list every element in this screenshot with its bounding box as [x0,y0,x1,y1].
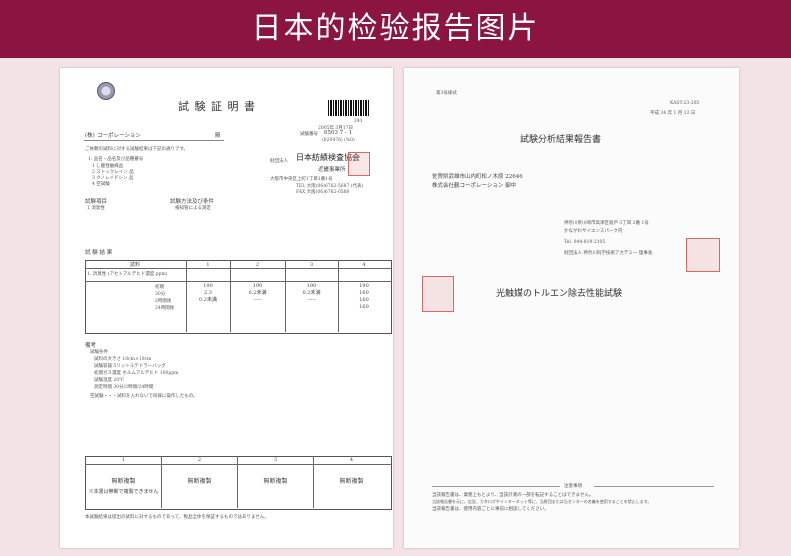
table-cell-time: 初期 [155,285,164,290]
remark-line: 空試験・・・試料を入れないで同様に操作したもの。 [90,394,198,399]
table-cell: ----- [253,297,262,303]
remark-line: 試験温度 20℃ [94,378,125,383]
right-doc-company: 株式会社鶴コーポレーション 御中 [432,183,517,189]
left-doc-intro: ご依頼の試料に対する試験結果は下記の通りです。 [85,147,189,152]
remark-line: 試験容器 5リットルテドラーバッグ [94,364,166,369]
table-cell-time: 24時間後 [155,306,175,311]
org-seal-stamp-icon [348,152,370,176]
left-doc-footer: 本試験結果は提出の試料に対するものであって、製品全体を保証するものではありません… [85,515,269,520]
table-row-label: 1. 消臭性 (アセトアルデヒド濃度 ppm) [87,272,168,277]
organization-logo-icon [97,82,115,100]
seal-box-header-line [85,464,391,465]
notice-rule-left [432,486,560,487]
right-report-document: 第3号様式 KAST-23-205 平成 24 年 1 月 12 日 試験分析結… [404,68,739,548]
seal-box-text: 無断複製 [339,478,364,485]
seal-box-number: 2 [197,457,202,463]
left-doc-sub-no: (820476) (%0) [322,138,355,143]
remark-line: 試料の大きさ 10cm×10cm [94,357,152,362]
seal-box-number: 4 [349,457,354,463]
table-cell: 160 [359,304,369,310]
seal-box-text: 無断複製 [187,478,212,485]
table-header-sample: 試料 [129,262,140,268]
left-doc-org-addr: 大阪市中央区上町1丁目1番1号 [270,177,333,182]
right-doc-ref-no: KAST-23-205 [670,101,700,106]
remark-line: 測定時間 30分/2時間/24時間 [94,385,154,390]
notice-line: 当該報告書を元に、広告、カタログやインターネット等に、当財団または当センターの名… [432,499,652,504]
notice-rule-right [594,486,714,487]
remark-line: 試験条件 [90,350,108,355]
table-header-col2: 2 [255,262,260,268]
left-doc-no-label: 試験番号 [300,132,318,137]
left-doc-recipient-suffix: コーポレーション [97,133,141,139]
left-doc-recipient: (株) [85,133,95,139]
title-banner: 日本的检验报告图片 [0,0,791,58]
left-doc-top-no: 241 [354,119,363,124]
test-item-value: 1 消臭性 [87,206,105,211]
table-header-col1: 1 [206,262,210,268]
remarks-label: 備考 [85,343,97,349]
right-doc-subject: 光触媒のトルエン除去性能試験 [496,289,623,299]
notice-line: 当該報告書は、業務上もとより、当該計測の一部を転記することはできません。 [432,493,594,498]
table-cell-time: 2時間後 [155,299,172,304]
notice-line: 当該報告書は、使用内容ごとに事前に相談してください。 [432,507,549,512]
left-doc-item-1: 1. 品名・品名及び品種番号 [88,157,144,162]
left-doc-no: 6503 7 - 1 [324,130,353,136]
table-cell: ----- [307,297,316,303]
table-cell: 0.2未満 [199,297,217,303]
test-item-label: 試験項目 [85,199,108,205]
right-doc-title: 試験分析結果報告書 [520,135,602,145]
left-doc-honorific: 殿 [215,133,221,139]
test-method-label: 試験方法及び条件 [170,199,215,205]
right-doc-date: 平成 24 年 1 月 12 日 [650,111,696,116]
right-doc-inst-name: かながわサイエンスパーク内 [564,229,623,234]
left-doc-org-label: 財団法人 [270,159,288,164]
test-method-value: 検知管による測定 [175,206,211,211]
right-doc-form-no: 第3号様式 [436,91,457,96]
left-certificate-document: 試 験 証 明 書 241 2005年 3月17日 試験番号 6503 7 - … [60,68,393,548]
remark-line: 初期ガス濃度 ホルムアルデヒド 100ppm [94,371,179,376]
right-doc-addr: 佐賀県武雄市山内町松ノ木原 22646 [432,174,523,180]
right-doc-inst-addr: 神奈川県川崎市高津区坂戸 3丁目 2番 1号 [564,221,649,226]
left-doc-org-tel2: FAX 大阪(06)6762-0588 [296,190,350,195]
seal-box-number: 1 [121,457,126,463]
seal-box-text: 無断複製 [263,478,288,485]
banner-title: 日本的检验报告图片 [251,11,540,46]
left-doc-item-5: 4 空試験 [92,182,110,187]
right-doc-inst-org: 財団法人 神奈川科学技術アカデミー 理事長 [564,251,653,256]
left-margin-seal-stamp-icon [422,276,454,312]
table-header-col3: 3 [309,262,314,268]
table-cell-time: 30分 [155,292,166,297]
result-label: 試 験 結 果 [85,250,113,256]
institute-seal-stamp-icon [686,238,720,272]
seal-box-number: 3 [273,457,278,463]
table-header-col4: 4 [362,262,366,268]
barcode-icon [328,100,370,116]
notice-title: 注意事項 [564,484,582,489]
left-doc-title: 試 験 証 明 書 [178,100,256,113]
recipient-underline [84,140,224,141]
seal-box-caption: ※本書は無断で複製できません [88,489,159,495]
left-doc-org-sub: 近畿事業所 [318,167,346,173]
seal-box-text: 無断複製 [111,478,136,485]
right-doc-inst-tel: Tel. 044-819-2105 [564,240,606,245]
